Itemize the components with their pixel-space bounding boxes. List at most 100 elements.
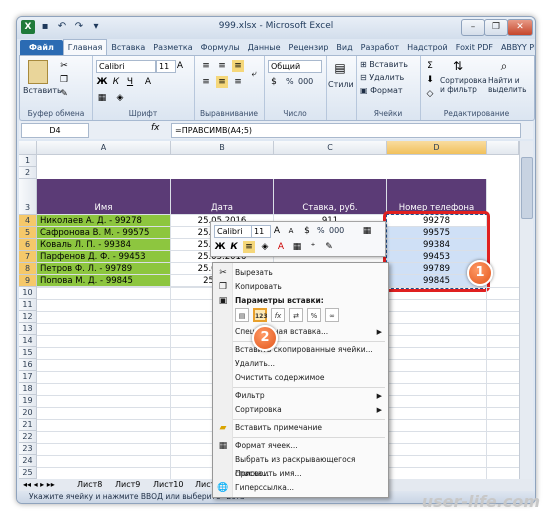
thousands-button[interactable]: 000 [298,77,313,86]
menu-item-name-range[interactable]: Присвоить имя... [213,467,388,481]
mini-thousands-button[interactable]: 000 [329,226,344,235]
delete-cells-button[interactable]: ⊟ Удалить [360,73,404,82]
paste-formatting-icon[interactable]: % [307,308,321,322]
scroll-thumb[interactable] [521,157,533,219]
row-header[interactable]: 22 [19,431,37,443]
copy-icon[interactable]: ❐ [58,74,70,86]
row-header[interactable]: 12 [19,311,37,323]
sheet-nav-icon[interactable]: ◂◂ ◂ ▸ ▸▸ [23,480,55,489]
row-header[interactable]: 4 [19,215,37,227]
minimize-button[interactable]: – [461,19,485,36]
column-header-c[interactable]: C [274,141,387,155]
align-middle-icon[interactable]: ≡ [216,60,228,72]
tab-view[interactable]: Вид [332,40,356,55]
table-cell[interactable]: Парфенов Д. Ф. - 99453 [37,251,171,263]
mini-font-select[interactable]: Calibri [214,225,252,238]
sheet-tab-10[interactable]: Лист10 [153,480,183,489]
wrap-text-icon[interactable]: ⤶ [248,68,260,80]
paste-values-button[interactable]: 123 [253,308,268,322]
table-header-phone[interactable]: Номер телефона [387,179,487,215]
cut-icon[interactable]: ✂ [58,60,70,72]
row-header[interactable]: 19 [19,395,37,407]
formula-input[interactable]: =ПРАВСИМВ(A4;5) [171,123,521,138]
menu-item-copy[interactable]: ❐ Копировать [213,280,388,294]
row-header[interactable]: 7 [19,251,37,263]
menu-item-sort[interactable]: Сортировка ▶ [213,403,388,417]
mini-format-painter-icon[interactable]: ✎ [323,241,335,253]
mini-shrink-font-icon[interactable]: A [285,225,297,237]
autosum-icon[interactable]: Σ [424,60,436,72]
align-center-icon[interactable]: ≡ [216,76,228,88]
menu-item-delete[interactable]: Удалить... [213,357,388,371]
table-header-rate[interactable]: Ставка, руб. [274,179,387,215]
number-format-select[interactable]: Общий [268,60,322,73]
column-header-b[interactable]: B [171,141,274,155]
tab-abbyy[interactable]: ABBYY PD [497,40,535,55]
mini-italic-button[interactable]: К [228,241,240,253]
menu-item-filter[interactable]: Фильтр ▶ [213,389,388,403]
find-select-icon[interactable]: ⌕ [498,60,510,72]
row-header[interactable]: 25 [19,467,37,479]
insert-function-button[interactable]: fx [151,123,160,133]
row-header[interactable]: 21 [19,419,37,431]
paste-transpose-icon[interactable]: ⇄ [289,308,303,322]
fill-color-icon[interactable]: ◈ [114,92,126,104]
vertical-scrollbar[interactable] [519,141,533,479]
row-header[interactable]: 15 [19,347,37,359]
styles-icon[interactable]: ▤ [334,62,346,74]
font-name-select[interactable]: Calibri [96,60,156,73]
mini-fill-color-icon[interactable]: ◈ [259,241,271,253]
align-bottom-icon[interactable]: ≡ [232,60,244,72]
tab-developer[interactable]: Разработ [357,40,403,55]
row-header[interactable]: 10 [19,287,37,299]
table-cell[interactable]: Николаев А. Д. - 99278 [37,215,171,227]
grow-font-icon[interactable]: A [174,60,186,72]
table-cell[interactable]: Попова М. Д. - 99845 [37,275,171,287]
menu-item-pick-list[interactable]: Выбрать из раскрывающегося списка... [213,453,388,478]
format-painter-icon[interactable]: ✎ [58,88,70,100]
row-header[interactable]: 9 [19,275,37,287]
sheet-tab-9[interactable]: Лист9 [115,480,140,489]
tab-home[interactable]: Главная [62,39,108,55]
mini-percent-button[interactable]: % [317,226,325,235]
row-header[interactable]: 23 [19,443,37,455]
tab-file[interactable]: Файл [20,40,63,55]
tab-foxit[interactable]: Foxit PDF [452,40,497,55]
select-all-corner[interactable] [19,141,37,155]
italic-button[interactable]: К [110,76,122,88]
close-button[interactable]: ✕ [507,19,533,36]
row-header[interactable]: 14 [19,335,37,347]
row-header[interactable]: 16 [19,359,37,371]
paste-link-icon[interactable]: ∞ [325,308,339,322]
tab-insert[interactable]: Вставка [107,40,149,55]
table-cell[interactable]: Коваль Л. П. - 99384 [37,239,171,251]
mini-decimal-icon[interactable]: ⁺ [307,241,319,253]
paste-button[interactable]: Вставить [23,86,62,95]
mini-bold-button[interactable]: Ж [214,241,226,253]
tab-formulas[interactable]: Формулы [197,40,244,55]
row-header[interactable]: 1 [19,155,37,167]
mini-format-icon[interactable]: ▦ [361,225,373,237]
row-header[interactable]: 5 [19,227,37,239]
fill-icon[interactable]: ⬇ [424,74,436,86]
currency-icon[interactable]: $ [268,76,280,88]
paste-default-icon[interactable]: ▤ [235,308,249,322]
tab-review[interactable]: Рецензир [285,40,333,55]
table-header-date[interactable]: Дата [171,179,274,215]
column-header-e[interactable] [487,141,519,155]
mini-size-select[interactable]: 11 [251,225,271,238]
mini-grow-font-icon[interactable]: A [271,225,283,237]
row-header[interactable]: 2 [19,167,37,179]
row-header[interactable]: 17 [19,371,37,383]
font-color-icon[interactable]: A [142,76,154,88]
column-header-d[interactable]: D [387,141,487,155]
tab-data[interactable]: Данные [244,40,285,55]
row-header[interactable]: 24 [19,455,37,467]
row-header[interactable]: 18 [19,383,37,395]
sort-filter-icon[interactable]: ⇅ [452,60,464,72]
align-left-icon[interactable]: ≡ [200,76,212,88]
menu-item-clear[interactable]: Очистить содержимое [213,371,388,385]
tab-addins[interactable]: Надстрой [403,40,452,55]
font-size-select[interactable]: 11 [156,60,176,73]
table-cell[interactable]: Сафронова В. М. - 99575 [37,227,171,239]
